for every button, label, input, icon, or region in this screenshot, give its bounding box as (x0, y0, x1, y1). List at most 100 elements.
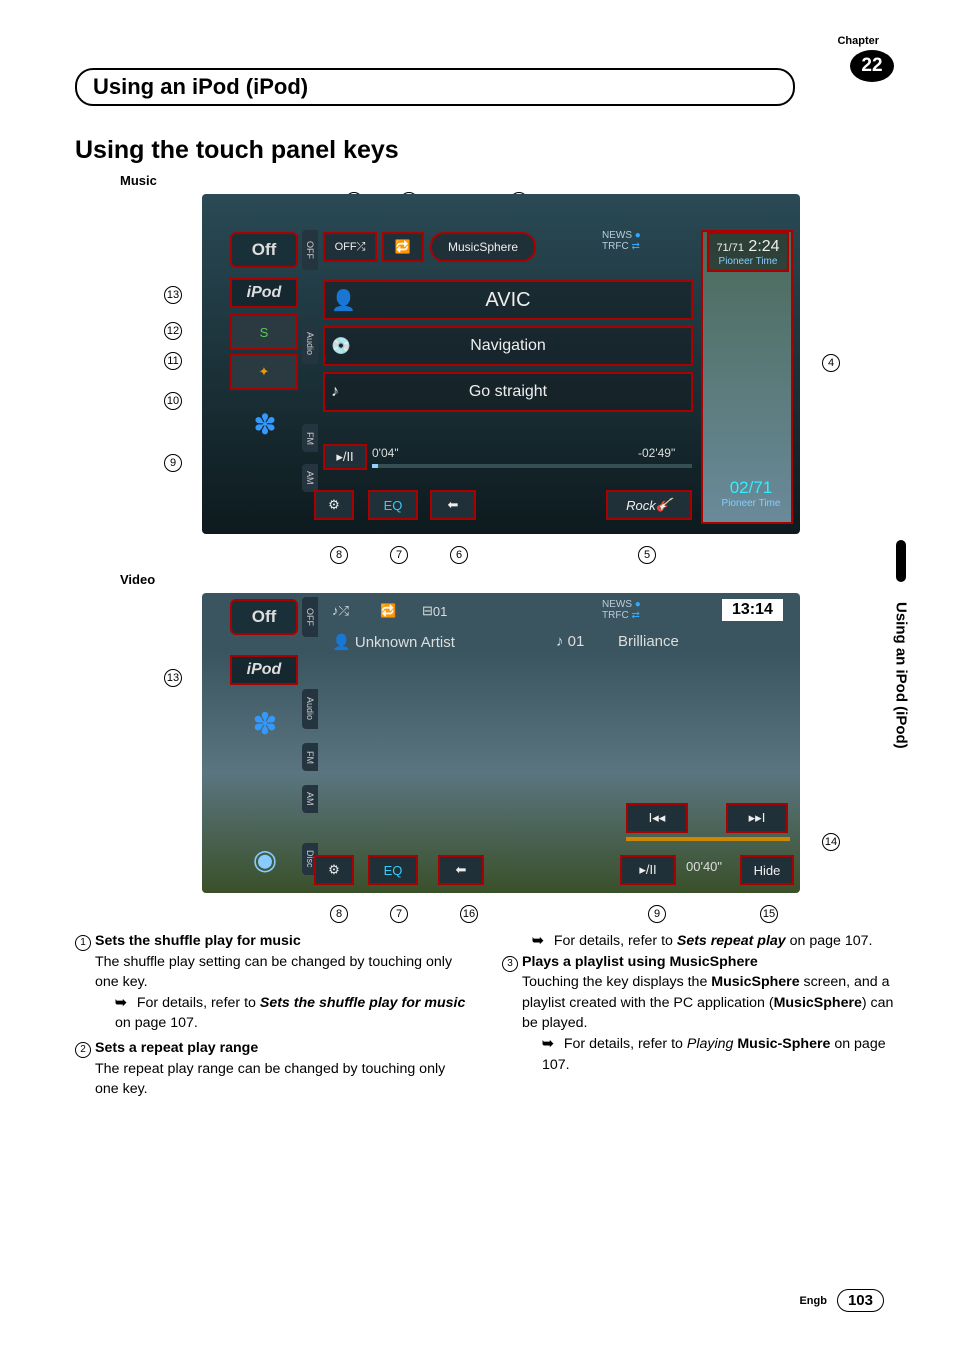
footer-page: 103 (837, 1289, 884, 1312)
callout-9: 9 (164, 454, 182, 472)
source-ipod-button-v[interactable]: iPod (230, 655, 298, 685)
callout-5: 5 (638, 546, 656, 564)
callout-9-v: 9 (648, 905, 666, 923)
left-column: 1 Sets the shuffle play for music The sh… (75, 931, 472, 1104)
side-tab-audio[interactable]: Audio (302, 324, 318, 364)
next-button[interactable]: ▸▸I (726, 803, 788, 833)
callout-11: 11 (164, 352, 182, 370)
album-row[interactable]: 💿 Navigation (323, 326, 693, 366)
item2-heading: Sets a repeat play range (95, 1040, 258, 1056)
chapter-icon: ⊟ (422, 603, 433, 619)
off-button-v[interactable]: Off (230, 599, 298, 635)
next-icon: ▸▸I (749, 810, 766, 826)
elapsed-time: 0'04" (372, 446, 399, 460)
side-tab-audio-v[interactable]: Audio (302, 689, 318, 729)
chapter-number-badge: 22 (850, 50, 894, 82)
play-pause-icon: ▸/II (336, 449, 353, 465)
video-screenshot: 13 14 8 7 16 9 15 Off OFF Audio FM AM Di… (140, 593, 800, 923)
route-icon: S (260, 325, 269, 340)
circled-3: 3 (502, 956, 518, 972)
off-button[interactable]: Off (230, 232, 298, 268)
news-trfc-indicator-v: NEWS ● TRFC ⇄ (602, 599, 641, 621)
callout-13-v: 13 (164, 669, 182, 687)
prev-button[interactable]: I◂◂ (626, 803, 688, 833)
left-icon-disc-v[interactable]: ◉ (235, 837, 295, 881)
left-icon-bt-v[interactable]: ✽ (235, 699, 295, 749)
shuffle-icon: ⤮ (357, 241, 366, 254)
news-icon-v: ● (635, 599, 641, 610)
repeat-icon: 🔁 (395, 239, 411, 255)
genre-button[interactable]: Rock 🎸 (606, 490, 692, 520)
left-icon-3[interactable]: ✽ (235, 399, 295, 449)
callout-6: 6 (450, 546, 468, 564)
back-button-v[interactable]: ⬅ (438, 855, 484, 885)
musicsphere-button[interactable]: MusicSphere (430, 232, 536, 262)
prev-icon: I◂◂ (649, 810, 666, 826)
title-row[interactable]: ♪ Go straight (323, 372, 693, 412)
side-tab-am[interactable]: AM (302, 464, 318, 492)
back-button[interactable]: ⬅ (430, 490, 476, 520)
back-icon-v: ⬅ (456, 862, 467, 878)
play-pause-button[interactable]: ▸/II (323, 444, 367, 470)
trfc-icon-v: ⇄ (631, 610, 639, 621)
eq-button-v[interactable]: EQ (368, 855, 418, 885)
hide-button[interactable]: Hide (740, 855, 794, 885)
callout-15: 15 (760, 905, 778, 923)
callout-7-v: 7 (390, 905, 408, 923)
music-label: Music (120, 173, 899, 188)
artist-icon-v: 👤 (332, 633, 351, 651)
side-tab-text: Using an iPod (iPod) (893, 602, 910, 749)
bluetooth-icon-v: ✽ (252, 707, 277, 742)
circled-2: 2 (75, 1042, 91, 1058)
chapter-title: Using an iPod (iPod) (93, 74, 777, 100)
footer-lang: Engb (799, 1295, 827, 1307)
item3-ref: For details, refer to Playing Music-Sphe… (542, 1034, 899, 1075)
left-icon-1[interactable]: S (230, 314, 298, 350)
shuffle-button[interactable]: OFF⤮ (323, 232, 377, 262)
left-icon-2[interactable]: ✦ (230, 354, 298, 390)
side-tab-off-v[interactable]: OFF (302, 597, 318, 637)
track-title-v: Brilliance (618, 633, 679, 650)
compass-icon: ✦ (259, 364, 270, 380)
eq-button[interactable]: EQ (368, 490, 418, 520)
shuffle-indicator-v: ♪⤮ (332, 603, 349, 619)
side-tab-off[interactable]: OFF (302, 230, 318, 270)
repeat-button[interactable]: 🔁 (382, 232, 424, 262)
play-pause-icon-v: ▸/II (639, 862, 656, 878)
news-trfc-indicator: NEWS ● TRFC ⇄ (602, 230, 641, 252)
callout-7: 7 (390, 546, 408, 564)
circled-1: 1 (75, 935, 91, 951)
item1-text: The shuffle play setting can be changed … (95, 954, 452, 991)
callout-8: 8 (330, 546, 348, 564)
artist-row[interactable]: 👤 AVIC (323, 280, 693, 320)
guitar-icon: 🎸 (656, 497, 672, 513)
artist-v: 👤 Unknown Artist (332, 633, 455, 651)
page-footer: Engb 103 (799, 1289, 884, 1312)
gear-icon: ⚙ (328, 497, 340, 513)
note-icon-v: ♪ (556, 633, 564, 650)
source-ipod-button[interactable]: iPod (230, 278, 298, 308)
progress-bar[interactable] (372, 464, 692, 468)
play-pause-button-v[interactable]: ▸/II (620, 855, 676, 885)
settings-button[interactable]: ⚙ (314, 490, 354, 520)
body-columns: 1 Sets the shuffle play for music The sh… (75, 931, 899, 1104)
side-tab-fm-v[interactable]: FM (302, 743, 318, 771)
side-tab-fm[interactable]: FM (302, 424, 318, 452)
callout-8-v: 8 (330, 905, 348, 923)
callout-14: 14 (822, 833, 840, 851)
side-tab-bump (896, 540, 906, 582)
callout-10: 10 (164, 392, 182, 410)
repeat-indicator-v: 🔁 (380, 603, 396, 619)
side-tab-am-v[interactable]: AM (302, 785, 318, 813)
trfc-icon: ⇄ (631, 241, 639, 252)
progress-bar-v[interactable] (626, 837, 790, 841)
shuffle-icon-v: ♪⤮ (332, 603, 349, 619)
item3-heading: Plays a playlist using MusicSphere (522, 954, 758, 970)
track-no-v: ♪ 01 (556, 633, 584, 650)
item2-ref: For details, refer to Sets repeat play o… (532, 931, 899, 952)
settings-button-v[interactable]: ⚙ (314, 855, 354, 885)
music-screenshot: 1 2 3 13 12 11 10 9 4 8 7 6 5 Off OFF Au… (140, 194, 800, 564)
artist-icon: 👤 (331, 288, 356, 313)
track-bottom-panel: 02/71 Pioneer Time (710, 478, 792, 509)
chapter-indicator: ⊟ 01 (422, 603, 447, 619)
